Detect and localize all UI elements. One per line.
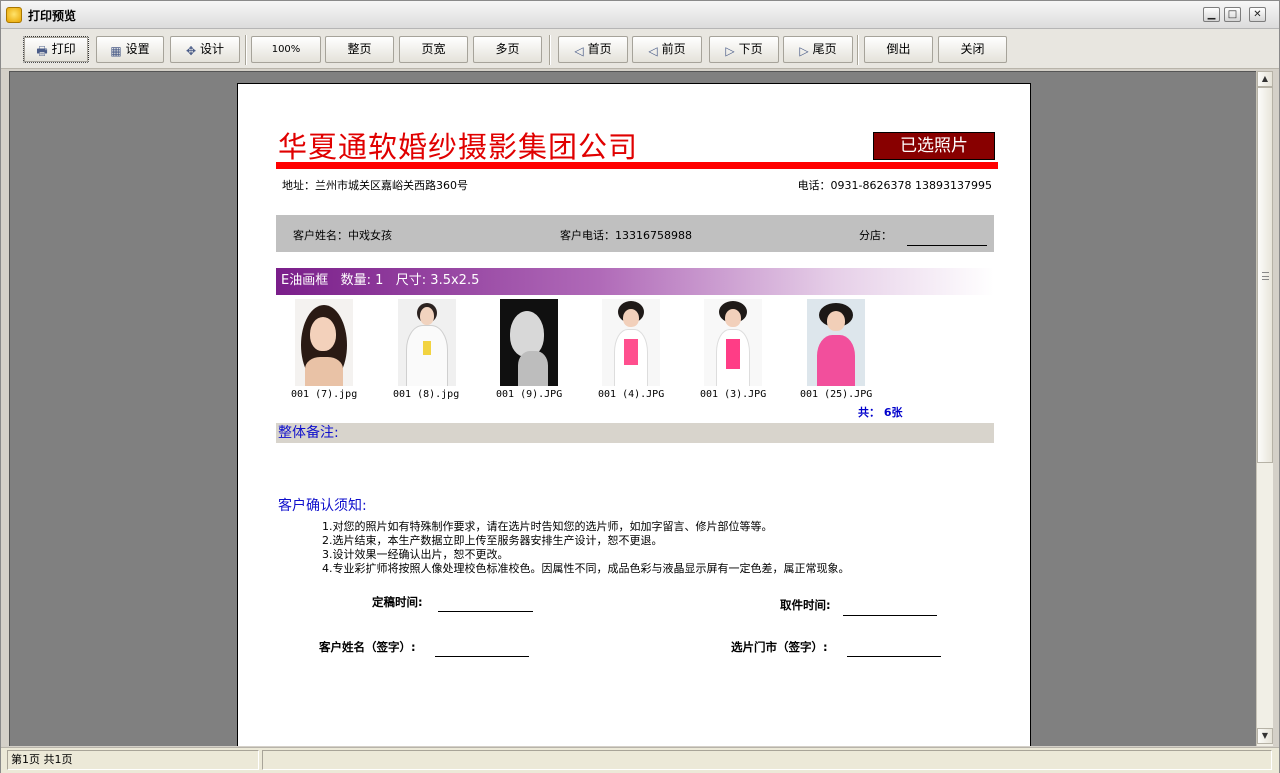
pickup-time-label: 取件时间: xyxy=(780,598,831,612)
last-page-icon: ▷ xyxy=(799,44,809,58)
company-address: 地址：兰州市城关区嘉峪关西路360号 xyxy=(282,179,468,192)
customer-info-band: 客户姓名：中戏女孩 客户电话：13316758988 分店： xyxy=(276,215,994,252)
close-window-button[interactable]: ✕ xyxy=(1249,7,1266,22)
notice-item: 4.专业彩扩师将按照人像处理校色标准校色。因属性不同，成品色彩与液晶显示屏有一定… xyxy=(322,562,850,575)
customer-name: 客户姓名：中戏女孩 xyxy=(293,229,392,242)
scroll-grip-icon xyxy=(1262,272,1269,280)
notice-list: 1.对您的照片如有特殊制作要求，请在选片时告知您的选片师，如加字留言、修片部位等… xyxy=(322,520,850,576)
finalize-time-blank xyxy=(438,611,533,612)
prev-page-button[interactable]: ◁ 前页 xyxy=(632,36,702,63)
settings-icon: ▦ xyxy=(110,44,122,58)
pickup-time-blank xyxy=(843,615,937,616)
photo-thumbnail xyxy=(602,299,660,386)
vertical-scrollbar[interactable]: ▲ ▼ xyxy=(1256,71,1273,746)
customer-phone: 客户电话：13316758988 xyxy=(560,229,692,242)
company-phone: 电话：0931-8626378 13893137995 xyxy=(797,179,992,192)
title-bar: 打印预览 ▁ □ ✕ xyxy=(1,1,1279,29)
toolbar-separator xyxy=(549,35,551,65)
printer-icon: 🖶 xyxy=(36,44,48,58)
notice-title: 客户确认须知: xyxy=(278,498,367,514)
first-page-icon: ◁ xyxy=(574,44,584,58)
design-icon: ✥ xyxy=(185,44,197,58)
finalize-time-label: 定稿时间: xyxy=(372,595,423,609)
last-page-button[interactable]: ▷ 尾页 xyxy=(783,36,853,63)
page-count-status: 第1页 共1页 xyxy=(7,750,259,770)
photo-filename: 001 (7).jpg xyxy=(291,389,358,400)
close-button[interactable]: 关闭 xyxy=(938,36,1007,63)
export-button[interactable]: 倒出 xyxy=(864,36,933,63)
multi-page-button[interactable]: 多页 xyxy=(473,36,542,63)
store-signature-blank xyxy=(847,656,941,657)
photo-thumbnail xyxy=(500,299,558,386)
minimize-button[interactable]: ▁ xyxy=(1203,7,1220,22)
photo-filename: 001 (8).jpg xyxy=(393,389,460,400)
branch-blank xyxy=(907,245,987,246)
customer-signature-label: 客户姓名（签字）: xyxy=(319,640,416,654)
next-page-button[interactable]: ▷ 下页 xyxy=(709,36,779,63)
next-page-icon: ▷ xyxy=(725,44,735,58)
scroll-thumb[interactable] xyxy=(1257,87,1273,463)
photo-thumbnail xyxy=(807,299,865,386)
app-icon xyxy=(6,7,22,23)
report-page: 华夏通软婚纱摄影集团公司 已选照片 地址：兰州市城关区嘉峪关西路360号 电话：… xyxy=(237,83,1031,746)
maximize-button[interactable]: □ xyxy=(1224,7,1241,22)
zoom-100-button[interactable]: 100% xyxy=(251,36,321,63)
header-divider xyxy=(276,162,998,169)
settings-button[interactable]: ▦ 设置 xyxy=(96,36,164,63)
print-button[interactable]: 🖶 打印 xyxy=(23,36,89,63)
design-button[interactable]: ✥ 设计 xyxy=(170,36,240,63)
photo-filename: 001 (4).JPG xyxy=(598,389,665,400)
company-name: 华夏通软婚纱摄影集团公司 xyxy=(278,130,639,164)
photo-thumbnail xyxy=(704,299,762,386)
photo-filename: 001 (25).JPG xyxy=(800,389,873,400)
notice-item: 2.选片结束，本生产数据立即上传至服务器安排生产设计，恕不更退。 xyxy=(322,534,663,547)
status-bar: 第1页 共1页 xyxy=(1,747,1279,773)
store-signature-label: 选片门市（签字）: xyxy=(731,640,828,654)
product-band: E油画框 数量: 1 尺寸: 3.5x2.5 xyxy=(276,268,994,295)
overall-remark-band: 整体备注: xyxy=(276,423,994,443)
scroll-up-arrow[interactable]: ▲ xyxy=(1257,71,1273,87)
print-preview-window: 打印预览 ▁ □ ✕ 🖶 打印 ▦ 设置 ✥ 设计 100% 整页 页宽 多页 ◁ 首页… xyxy=(0,0,1280,773)
prev-page-icon: ◁ xyxy=(648,44,658,58)
customer-signature-blank xyxy=(435,656,529,657)
photo-total: 共： 6张 xyxy=(858,406,903,419)
toolbar-separator xyxy=(857,35,859,65)
page-width-button[interactable]: 页宽 xyxy=(399,36,468,63)
notice-item: 3.设计效果一经确认出片，恕不更改。 xyxy=(322,548,509,561)
toolbar-separator xyxy=(245,35,247,65)
photo-thumbnail xyxy=(398,299,456,386)
first-page-button[interactable]: ◁ 首页 xyxy=(558,36,628,63)
branch-label: 分店： xyxy=(859,229,892,242)
preview-viewport[interactable]: 华夏通软婚纱摄影集团公司 已选照片 地址：兰州市城关区嘉峪关西路360号 电话：… xyxy=(9,71,1256,746)
photo-filename: 001 (3).JPG xyxy=(700,389,767,400)
photo-filename: 001 (9).JPG xyxy=(496,389,563,400)
photo-thumbnail xyxy=(295,299,353,386)
status-panel xyxy=(262,750,1272,770)
whole-page-button[interactable]: 整页 xyxy=(325,36,394,63)
toolbar: 🖶 打印 ▦ 设置 ✥ 设计 100% 整页 页宽 多页 ◁ 首页 ◁ 前页 ▷ 下页 ▷ 尾… xyxy=(1,29,1279,69)
notice-item: 1.对您的照片如有特殊制作要求，请在选片时告知您的选片师，如加字留言、修片部位等… xyxy=(322,520,773,533)
selected-photos-badge: 已选照片 xyxy=(873,132,995,160)
scroll-down-arrow[interactable]: ▼ xyxy=(1257,728,1273,744)
window-title: 打印预览 xyxy=(28,9,77,23)
